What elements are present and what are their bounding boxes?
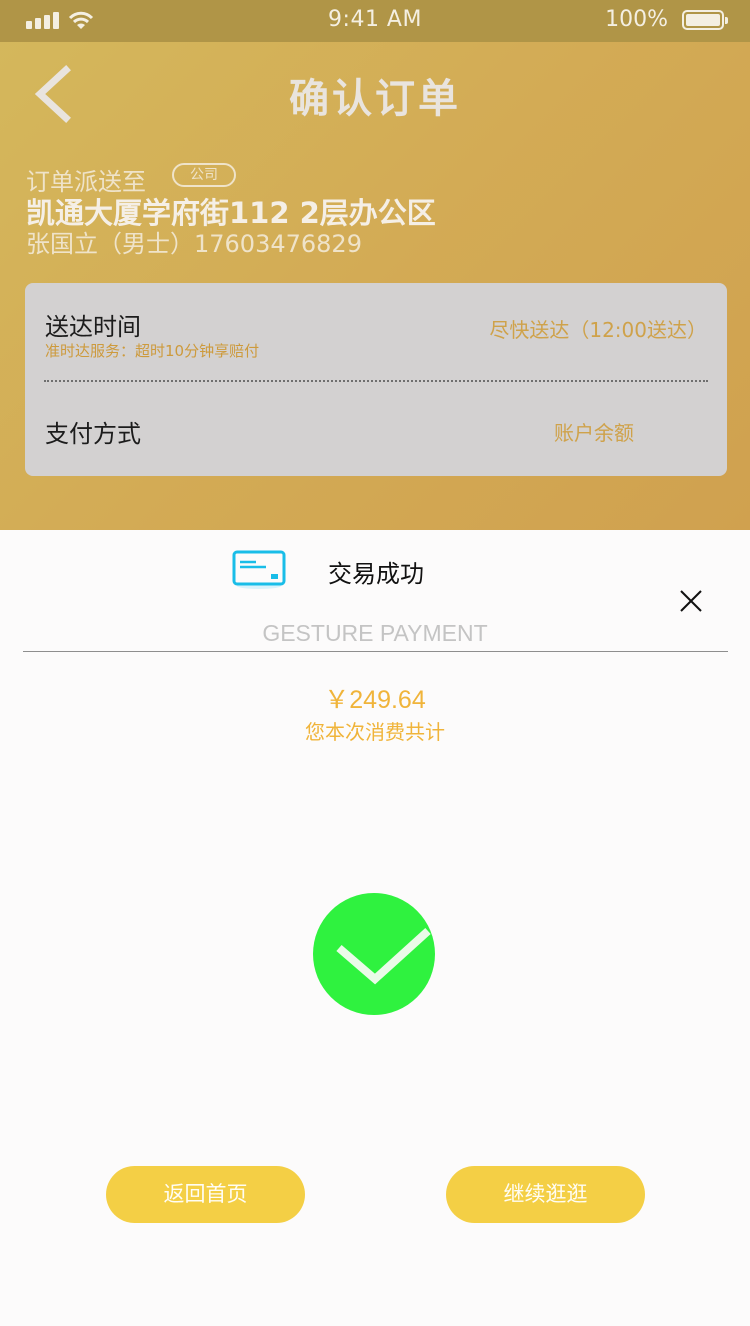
order-options-card: 送达时间 准时达服务：超时10分钟享赔付 尽快送达（12:00送达） 支付方式 … bbox=[25, 283, 727, 476]
payment-amount-label: 您本次消费共计 bbox=[305, 720, 445, 744]
battery-percent: 100% bbox=[605, 7, 668, 32]
credit-card-icon bbox=[232, 550, 286, 589]
battery-icon bbox=[682, 10, 728, 30]
divider bbox=[44, 380, 708, 382]
close-icon[interactable] bbox=[676, 586, 706, 616]
payment-method-value[interactable]: 账户余额 bbox=[554, 417, 634, 446]
page-title: 确认订单 bbox=[289, 76, 461, 122]
transaction-success-text: 交易成功 bbox=[328, 560, 424, 588]
divider bbox=[23, 651, 728, 652]
back-to-home-button[interactable]: 返回首页 bbox=[106, 1166, 305, 1223]
address-contact: 张国立（男士）17603476829 bbox=[26, 230, 362, 258]
check-circle-icon bbox=[313, 893, 435, 1015]
payment-result-sheet: 交易成功 GESTURE PAYMENT ￥249.64 您本次消费共计 返回首… bbox=[0, 530, 750, 1326]
address-tag: 公司 bbox=[172, 163, 236, 187]
delivery-time-value[interactable]: 尽快送达（12:00送达） bbox=[489, 314, 707, 343]
order-header-area: 9:41 AM 100% 确认订单 订单派送至 公司 凯通大厦学府街112 2层… bbox=[0, 0, 750, 530]
payment-method-label: 支付方式 bbox=[45, 420, 141, 448]
delivery-time-sub: 准时达服务：超时10分钟享赔付 bbox=[45, 342, 260, 360]
payment-amount: ￥249.64 bbox=[324, 686, 426, 714]
delivery-time-label: 送达时间 bbox=[45, 313, 141, 341]
continue-shopping-button[interactable]: 继续逛逛 bbox=[446, 1166, 645, 1223]
gesture-payment-label: GESTURE PAYMENT bbox=[262, 620, 488, 646]
status-bar: 9:41 AM 100% bbox=[0, 0, 750, 42]
